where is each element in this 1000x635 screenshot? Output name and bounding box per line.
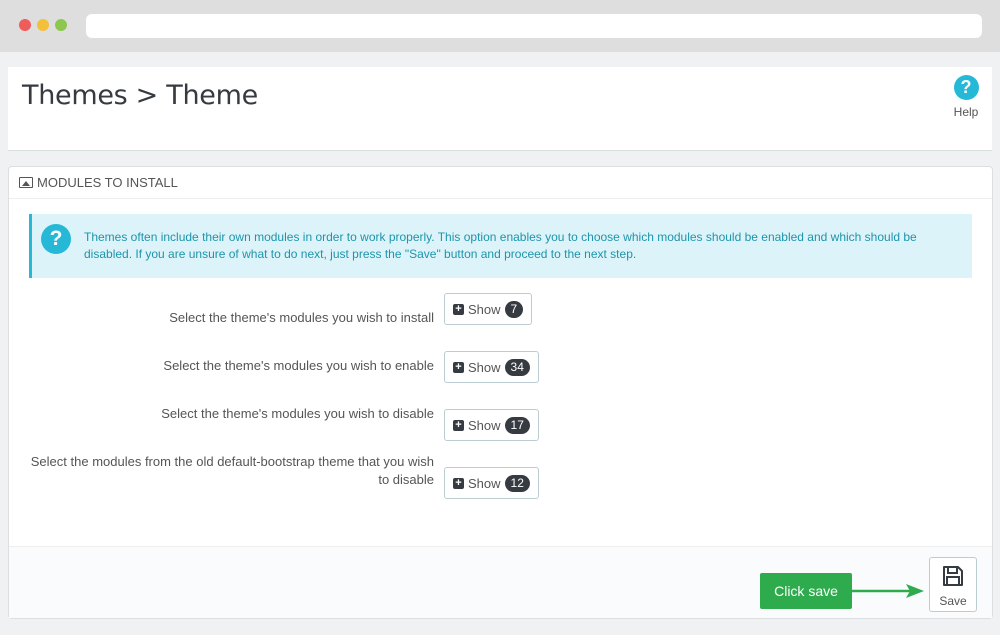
question-circle-icon: ? bbox=[953, 75, 979, 100]
click-save-callout: Click save bbox=[760, 573, 852, 609]
help-label: Help bbox=[953, 105, 979, 119]
form-label: Select the theme's modules you wish to i… bbox=[169, 310, 434, 325]
minimize-window-dot[interactable] bbox=[37, 19, 49, 31]
question-circle-icon: ? bbox=[41, 224, 71, 254]
modules-panel: MODULES TO INSTALL ? Themes often includ… bbox=[8, 166, 993, 619]
form-label: Select the modules from the old default-… bbox=[30, 454, 434, 487]
browser-chrome bbox=[0, 0, 1000, 52]
form-label: Select the theme's modules you wish to d… bbox=[161, 406, 434, 421]
close-window-dot[interactable] bbox=[19, 19, 31, 31]
page-body: Themes > Theme ? Help MODULES TO INSTALL… bbox=[0, 52, 1000, 635]
image-icon bbox=[19, 177, 33, 188]
plus-square-icon: + bbox=[453, 419, 464, 431]
arrow-right-icon bbox=[852, 584, 924, 598]
show-old-theme-modules-button[interactable]: + Show 12 bbox=[444, 467, 539, 499]
floppy-disk-icon bbox=[943, 566, 963, 586]
address-bar[interactable] bbox=[86, 14, 982, 38]
panel-heading-label: MODULES TO INSTALL bbox=[37, 175, 178, 190]
help-button[interactable]: ? Help bbox=[946, 75, 986, 119]
info-alert: ? Themes often include their own modules… bbox=[29, 214, 972, 278]
form-label: Select the theme's modules you wish to e… bbox=[163, 358, 434, 373]
show-label: Show bbox=[468, 475, 501, 491]
show-enable-modules-button[interactable]: + Show 34 bbox=[444, 351, 539, 383]
count-badge: 7 bbox=[504, 300, 524, 318]
save-label: Save bbox=[939, 594, 967, 608]
show-install-modules-button[interactable]: + Show 7 bbox=[444, 293, 533, 325]
count-badge: 34 bbox=[504, 358, 530, 376]
count-badge: 12 bbox=[504, 474, 530, 492]
page-header: Themes > Theme ? Help bbox=[8, 67, 992, 151]
show-disable-modules-button[interactable]: + Show 17 bbox=[444, 409, 539, 441]
show-label: Show bbox=[468, 301, 501, 317]
panel-footer: Click save Save bbox=[9, 546, 992, 618]
maximize-window-dot[interactable] bbox=[55, 19, 67, 31]
save-button[interactable]: Save bbox=[929, 557, 977, 612]
count-badge: 17 bbox=[504, 416, 530, 434]
show-label: Show bbox=[468, 417, 501, 433]
plus-square-icon: + bbox=[453, 361, 464, 373]
plus-square-icon: + bbox=[453, 303, 464, 315]
plus-square-icon: + bbox=[453, 477, 464, 489]
show-label: Show bbox=[468, 359, 501, 375]
info-text: Themes often include their own modules i… bbox=[84, 230, 917, 261]
panel-heading: MODULES TO INSTALL bbox=[9, 167, 992, 199]
page-title: Themes > Theme bbox=[22, 80, 258, 111]
